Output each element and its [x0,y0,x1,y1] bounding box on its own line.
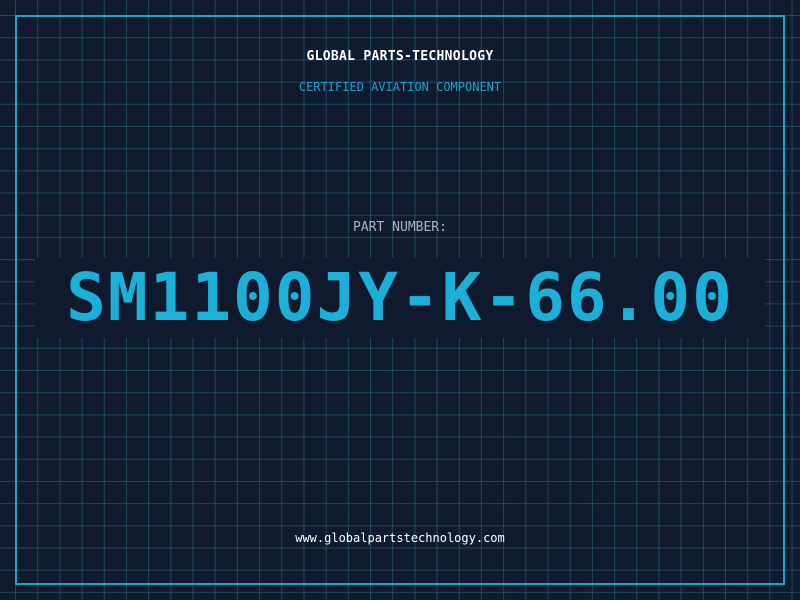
certification-subtitle: CERTIFIED AVIATION COMPONENT [298,80,502,94]
certificate-canvas: GLOBAL PARTS-TECHNOLOGY CERTIFIED AVIATI… [0,0,800,600]
website-url: www.globalpartstechnology.com [295,531,505,545]
company-name: GLOBAL PARTS-TECHNOLOGY [306,49,494,64]
part-number-label: PART NUMBER: [353,220,447,235]
part-number-value: SM1100JY-K-66.00 [66,259,734,336]
